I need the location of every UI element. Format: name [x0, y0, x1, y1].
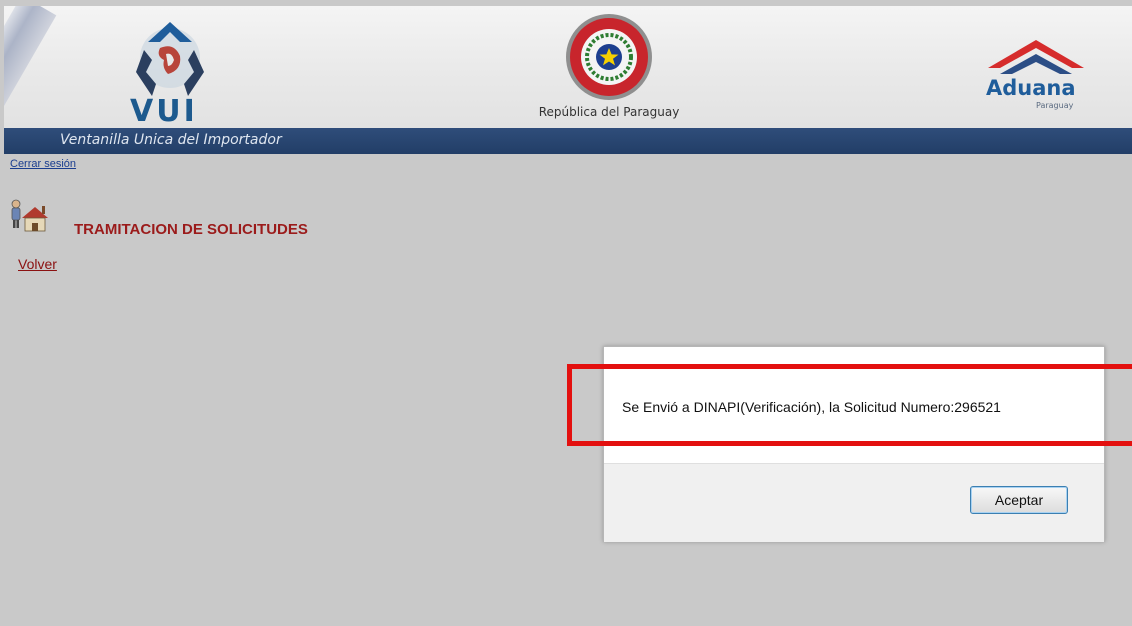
- tagline-text: Ventanilla Unica del Importador: [60, 132, 282, 148]
- aduana-logo-text: Aduana: [986, 76, 1076, 100]
- back-link[interactable]: Volver: [18, 256, 57, 272]
- vui-logo-text: VUI: [130, 94, 198, 128]
- page-title: TRAMITACION DE SOLICITUDES: [74, 221, 308, 238]
- user-house-icon: [11, 199, 48, 232]
- paraguay-seal-icon: [566, 14, 652, 100]
- header-decoration: [4, 6, 57, 128]
- accept-button[interactable]: Aceptar: [970, 486, 1068, 514]
- aduana-logo-subtitle: Paraguay: [1036, 101, 1074, 110]
- page-background: VUI República del Paraguay Aduana Paragu…: [0, 0, 1132, 626]
- tagline-bar: Ventanilla Unica del Importador: [4, 128, 1132, 154]
- republic-label: República del Paraguay: [538, 105, 680, 119]
- site-header: VUI República del Paraguay Aduana Paragu…: [4, 6, 1132, 128]
- dialog-footer: Aceptar: [604, 463, 1104, 542]
- highlight-annotation: [567, 364, 1132, 446]
- logout-link[interactable]: Cerrar sesión: [10, 158, 76, 170]
